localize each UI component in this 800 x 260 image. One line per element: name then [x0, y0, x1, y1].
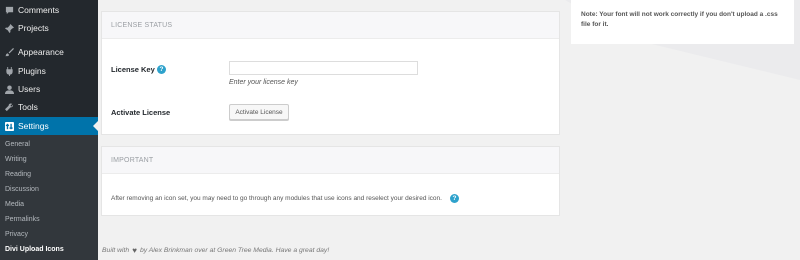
license-key-description: Enter your license key — [229, 79, 298, 86]
submenu-item-discussion[interactable]: Discussion — [5, 186, 39, 193]
footer-prefix: Built with — [102, 247, 130, 254]
pin-icon — [1, 23, 17, 33]
menu-item-projects[interactable]: Projects — [0, 19, 98, 37]
activate-license-button[interactable]: Activate License — [229, 104, 289, 120]
footer-suffix: by Alex Brinkman over at Green Tree Medi… — [139, 247, 330, 254]
menu-label: Settings — [18, 121, 49, 131]
menu-label: Plugins — [18, 66, 46, 76]
important-card: IMPORTANT After removing an icon set, yo… — [101, 146, 560, 216]
comments-icon — [1, 6, 17, 15]
help-icon[interactable]: ? — [157, 65, 166, 74]
menu-item-settings[interactable]: Settings — [0, 117, 98, 135]
menu-label: Tools — [18, 102, 38, 112]
heart-icon: ♥ — [132, 246, 137, 255]
license-key-input[interactable] — [229, 61, 418, 75]
submenu-item-permalinks[interactable]: Permalinks — [5, 216, 40, 223]
menu-item-tools[interactable]: Tools — [0, 98, 98, 116]
settings-icon — [1, 121, 17, 131]
submenu-item-reading[interactable]: Reading — [5, 171, 31, 178]
footer-credit: Built with ♥ by Alex Brinkman over at Gr… — [102, 246, 329, 255]
card-heading: LICENSE STATUS — [102, 12, 559, 39]
plug-icon — [1, 66, 17, 76]
user-icon — [1, 84, 17, 94]
active-indicator — [93, 121, 98, 131]
menu-item-plugins[interactable]: Plugins — [0, 62, 98, 80]
submenu-item-privacy[interactable]: Privacy — [5, 231, 28, 238]
wrench-icon — [1, 103, 17, 112]
important-text: After removing an icon set, you may need… — [111, 195, 442, 202]
brush-icon — [1, 47, 17, 57]
admin-sidebar: Comments Projects Appearance Plugins Use… — [0, 0, 98, 260]
submenu-item-divi-upload-icons[interactable]: Divi Upload Icons — [5, 246, 64, 253]
submenu-item-general[interactable]: General — [5, 141, 30, 148]
submenu-item-writing[interactable]: Writing — [5, 156, 27, 163]
license-key-text: License Key — [111, 65, 155, 74]
menu-label: Users — [18, 84, 41, 94]
menu-item-appearance[interactable]: Appearance — [0, 43, 98, 61]
menu-label: Appearance — [18, 47, 64, 57]
license-key-label: License Key — [111, 65, 155, 74]
menu-item-comments[interactable]: Comments — [0, 1, 98, 19]
note-text: Note: Your font will not work correctly … — [581, 11, 778, 28]
submenu-item-media[interactable]: Media — [5, 201, 24, 208]
menu-label: Projects — [18, 23, 49, 33]
card-heading: IMPORTANT — [102, 147, 559, 174]
menu-item-users[interactable]: Users — [0, 80, 98, 98]
settings-submenu: General Writing Reading Discussion Media… — [0, 135, 98, 260]
license-status-card: LICENSE STATUS License Key ? Enter your … — [101, 11, 560, 135]
activate-license-label: Activate License — [111, 108, 171, 117]
important-message: After removing an icon set, you may need… — [111, 194, 459, 203]
menu-label: Comments — [18, 5, 60, 15]
upload-note: Note: Your font will not work correctly … — [571, 0, 794, 44]
help-icon[interactable]: ? — [449, 194, 459, 203]
